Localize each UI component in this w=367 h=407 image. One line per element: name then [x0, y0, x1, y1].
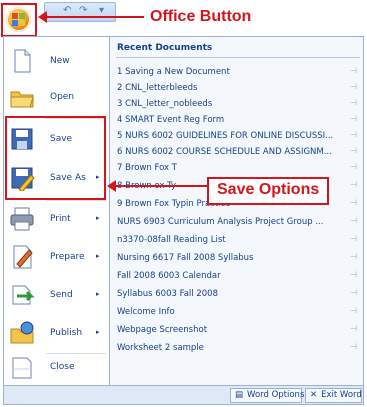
save-options-callout: Save Options — [217, 181, 320, 198]
submenu-arrow-icon: ▸ — [96, 328, 100, 336]
recent-document-item[interactable]: 4 SMART Event Reg Form ⊣ — [117, 113, 357, 129]
pin-icon[interactable]: ⊣ — [350, 288, 357, 297]
recent-document-item[interactable]: 6 NURS 6002 COURSE SCHEDULE AND ASSIGNM.… — [117, 145, 357, 161]
prepare-document-icon — [13, 245, 33, 269]
pin-icon[interactable]: ⊣ — [350, 180, 357, 189]
office-menu-screenshot: ↶ ↷ ▾ Office Button New Open Save Save A… — [0, 0, 367, 407]
close-document-icon — [12, 357, 32, 379]
publish-icon — [10, 321, 34, 344]
close-icon: ✕ — [310, 390, 318, 400]
pin-icon[interactable]: ⊣ — [350, 162, 357, 171]
recent-document-item[interactable]: 5 NURS 6002 GUIDELINES FOR ONLINE DISCUS… — [117, 129, 357, 145]
word-options-button[interactable]: ▤ Word Options — [230, 388, 304, 403]
save-options-highlight — [5, 116, 106, 200]
undo-icon[interactable]: ↶ — [63, 5, 71, 16]
menu-item-label: Close — [50, 362, 75, 372]
menu-item-label: Open — [50, 92, 75, 102]
recent-document-item[interactable]: 7 Brown Fox T ⊣ — [117, 161, 357, 177]
submenu-arrow-icon: ▸ — [96, 290, 100, 298]
menu-item-label: Prepare — [50, 252, 85, 262]
menu-item-open[interactable]: Open — [4, 78, 107, 116]
menu-item-label: New — [50, 56, 70, 66]
pin-icon[interactable]: ⊣ — [350, 130, 357, 139]
pin-icon[interactable]: ⊣ — [350, 270, 357, 279]
menu-item-print[interactable]: Print ▸ — [4, 200, 107, 238]
pin-icon[interactable]: ⊣ — [350, 66, 357, 75]
new-document-icon — [14, 49, 31, 73]
recent-documents-title: Recent Documents — [117, 43, 213, 53]
office-button-arrow — [38, 11, 144, 23]
exit-word-button[interactable]: ✕ Exit Word — [305, 388, 362, 403]
recent-document-item[interactable]: Nursing 6617 Fall 2008 Syllabus ⊣ — [117, 251, 357, 267]
office-button-callout: Office Button — [150, 8, 252, 25]
save-options-arrow — [107, 180, 207, 192]
recent-document-item[interactable]: 2 CNL_letterbleeds ⊣ — [117, 81, 357, 97]
qat-dropdown-icon[interactable]: ▾ — [99, 5, 104, 16]
recent-document-item[interactable]: Syllabus 6003 Fall 2008 ⊣ — [117, 287, 357, 303]
recent-document-item[interactable]: Worksheet 2 sample ⊣ — [117, 341, 357, 357]
menu-item-label: Print — [50, 214, 71, 224]
recent-document-item[interactable]: NURS 6903 Curriculum Analysis Project Gr… — [117, 215, 357, 231]
pin-icon[interactable]: ⊣ — [350, 306, 357, 315]
recent-document-item[interactable]: Webpage Screenshot ⊣ — [117, 323, 357, 339]
menu-item-prepare[interactable]: Prepare ▸ — [4, 238, 107, 276]
pin-icon[interactable]: ⊣ — [350, 324, 357, 333]
pin-icon[interactable]: ⊣ — [350, 114, 357, 123]
submenu-arrow-icon: ▸ — [96, 252, 100, 260]
send-icon — [12, 285, 35, 305]
menu-item-new[interactable]: New — [4, 42, 107, 80]
pin-icon[interactable]: ⊣ — [350, 98, 357, 107]
menu-item-publish[interactable]: Publish ▸ — [4, 314, 107, 352]
pin-icon[interactable]: ⊣ — [350, 198, 357, 207]
recent-document-item[interactable]: Fall 2008 6003 Calendar ⊣ — [117, 269, 357, 285]
pin-icon[interactable]: ⊣ — [350, 82, 357, 91]
menu-item-label: Publish — [50, 328, 83, 338]
menu-item-close[interactable]: Close — [4, 348, 107, 386]
open-folder-icon — [10, 91, 34, 108]
quick-access-toolbar: ↶ ↷ ▾ — [44, 2, 116, 22]
recent-document-item[interactable]: Welcome Info ⊣ — [117, 305, 357, 321]
recent-document-item[interactable]: n3370-08fall Reading List ⊣ — [117, 233, 357, 249]
pin-icon[interactable]: ⊣ — [350, 146, 357, 155]
submenu-arrow-icon: ▸ — [96, 214, 100, 222]
office-logo-icon — [12, 13, 25, 26]
printer-icon — [10, 207, 34, 231]
recent-document-item[interactable]: 1 Saving a New Document ⊣ — [117, 65, 357, 81]
pin-icon[interactable]: ⊣ — [350, 216, 357, 225]
redo-icon[interactable]: ↷ — [79, 5, 87, 16]
pin-icon[interactable]: ⊣ — [350, 252, 357, 261]
menu-item-label: Send — [50, 290, 73, 300]
pin-icon[interactable]: ⊣ — [350, 234, 357, 243]
office-button[interactable] — [6, 7, 31, 32]
options-icon: ▤ — [235, 390, 244, 400]
recent-documents-divider — [116, 57, 360, 58]
pin-icon[interactable]: ⊣ — [350, 342, 357, 351]
menu-item-send[interactable]: Send ▸ — [4, 276, 107, 314]
title-bar: ↶ ↷ ▾ Office Button — [0, 0, 367, 37]
recent-document-item[interactable]: 3 CNL_letter_nobleeds ⊣ — [117, 97, 357, 113]
